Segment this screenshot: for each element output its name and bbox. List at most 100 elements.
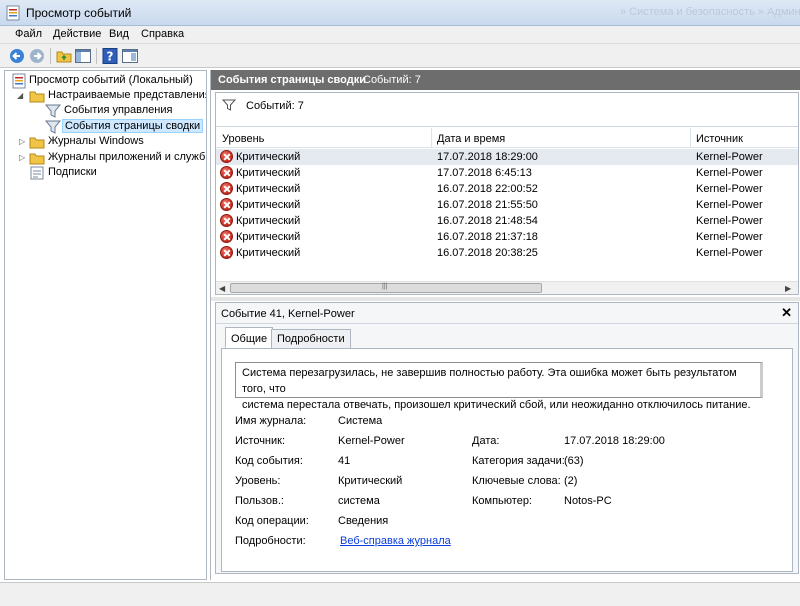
show-hide-tree-icon[interactable] bbox=[74, 47, 92, 65]
forward-arrow-icon[interactable] bbox=[28, 47, 46, 65]
event-log-online-help-link[interactable]: Веб-справка журнала bbox=[340, 535, 451, 547]
scroll-left-arrow-icon[interactable]: ◀ bbox=[219, 284, 225, 293]
toolbar: ? bbox=[0, 44, 800, 68]
user-label: Пользов.: bbox=[235, 495, 284, 507]
critical-error-icon bbox=[220, 214, 233, 227]
cell-datetime: 16.07.2018 21:37:18 bbox=[437, 231, 538, 243]
tree-label: Подписки bbox=[48, 166, 97, 178]
menu-help[interactable]: Справка bbox=[141, 28, 184, 40]
source-label: Источник: bbox=[235, 435, 286, 447]
collapse-arrow-icon[interactable]: ◢ bbox=[17, 92, 25, 100]
cell-source: Kernel-Power bbox=[696, 247, 763, 259]
folder-icon bbox=[29, 91, 45, 103]
column-header-level[interactable]: Уровень bbox=[222, 133, 264, 145]
cell-source: Kernel-Power bbox=[696, 231, 763, 243]
date-label: Дата: bbox=[472, 435, 500, 447]
level-label: Уровень: bbox=[235, 475, 281, 487]
cell-level: Критический bbox=[236, 151, 301, 163]
properties-icon[interactable] bbox=[121, 47, 139, 65]
folder-icon bbox=[29, 137, 45, 149]
scrollbar-grip-icon: ||| bbox=[382, 283, 388, 290]
close-icon[interactable]: ✕ bbox=[781, 305, 792, 321]
expand-arrow-icon[interactable]: ▷ bbox=[19, 154, 27, 162]
level-value: Критический bbox=[338, 475, 403, 487]
cell-source: Kernel-Power bbox=[696, 215, 763, 227]
table-row[interactable]: Критический 16.07.2018 20:38:25 Kernel-P… bbox=[216, 245, 798, 261]
pane-splitter[interactable] bbox=[211, 297, 800, 301]
tree-node-summary-events[interactable]: События страницы сводки bbox=[9, 119, 205, 135]
general-tab-panel: Система перезагрузилась, не завершив пол… bbox=[221, 348, 793, 572]
filter-bar: Событий: 7 bbox=[216, 93, 798, 127]
tab-general[interactable]: Общие bbox=[225, 327, 274, 348]
status-bar bbox=[0, 582, 800, 606]
tree-node-subscriptions[interactable]: Подписки bbox=[9, 165, 205, 181]
tree-label: События страницы сводки bbox=[62, 119, 204, 133]
filter-count-text: Событий: 7 bbox=[246, 100, 304, 112]
menu-action[interactable]: Действие bbox=[53, 28, 101, 40]
scroll-right-arrow-icon[interactable]: ▶ bbox=[785, 284, 791, 293]
help-icon[interactable]: ? bbox=[101, 47, 119, 65]
table-row[interactable]: Критический 16.07.2018 21:55:50 Kernel-P… bbox=[216, 197, 798, 213]
event-viewer-app-icon bbox=[6, 5, 20, 21]
cell-level: Критический bbox=[236, 199, 301, 211]
tree-label: Просмотр событий (Локальный) bbox=[29, 74, 193, 86]
back-arrow-icon[interactable] bbox=[8, 47, 26, 65]
column-divider[interactable] bbox=[690, 128, 691, 148]
more-info-label: Подробности: bbox=[235, 535, 306, 547]
column-header-datetime[interactable]: Дата и время bbox=[437, 133, 505, 145]
table-row[interactable]: Критический 17.07.2018 18:29:00 Kernel-P… bbox=[216, 149, 798, 165]
tree-node-admin-events[interactable]: События управления bbox=[9, 103, 205, 119]
cell-source: Kernel-Power bbox=[696, 183, 763, 195]
date-value: 17.07.2018 18:29:00 bbox=[564, 435, 665, 447]
menu-view[interactable]: Вид bbox=[109, 28, 129, 40]
menu-file[interactable]: Файл bbox=[15, 28, 42, 40]
tree-label: События управления bbox=[64, 104, 173, 116]
critical-error-icon bbox=[220, 230, 233, 243]
horizontal-scrollbar[interactable]: ◀ ||| ▶ bbox=[216, 281, 798, 294]
cell-level: Критический bbox=[236, 247, 301, 259]
column-headers: Уровень Дата и время Источник bbox=[216, 128, 798, 148]
divider bbox=[216, 323, 798, 324]
navigation-tree: Просмотр событий (Локальный) ◢ Настраива… bbox=[4, 70, 207, 580]
table-row[interactable]: Критический 16.07.2018 21:48:54 Kernel-P… bbox=[216, 213, 798, 229]
cell-datetime: 17.07.2018 18:29:00 bbox=[437, 151, 538, 163]
event-detail-title: Событие 41, Kernel-Power bbox=[221, 308, 355, 320]
event-description-line: система перестала отвечать, произошел кр… bbox=[242, 399, 751, 411]
tree-node-windows-logs[interactable]: ▷ Журналы Windows bbox=[9, 134, 205, 150]
cell-datetime: 16.07.2018 21:48:54 bbox=[437, 215, 538, 227]
subscriptions-icon bbox=[30, 166, 44, 180]
cell-source: Kernel-Power bbox=[696, 151, 763, 163]
task-category-value: (63) bbox=[564, 455, 584, 467]
svg-text:?: ? bbox=[107, 50, 114, 64]
event-description-line: Система перезагрузилась, не завершив пол… bbox=[242, 367, 737, 395]
keywords-value: (2) bbox=[564, 475, 578, 487]
tree-node-custom-views[interactable]: ◢ Настраиваемые представления bbox=[9, 88, 206, 104]
event-id-label: Код события: bbox=[235, 455, 303, 467]
log-name-value: Система bbox=[338, 415, 383, 427]
table-row[interactable]: Критический 16.07.2018 22:00:52 Kernel-P… bbox=[216, 181, 798, 197]
table-row[interactable]: Критический 17.07.2018 6:45:13 Kernel-Po… bbox=[216, 165, 798, 181]
folder-up-icon[interactable] bbox=[55, 47, 73, 65]
column-header-source[interactable]: Источник bbox=[696, 133, 743, 145]
log-name-label: Имя журнала: bbox=[235, 415, 307, 427]
critical-error-icon bbox=[220, 198, 233, 211]
folder-icon bbox=[29, 153, 45, 165]
table-row[interactable]: Критический 16.07.2018 21:37:18 Kernel-P… bbox=[216, 229, 798, 245]
expand-arrow-icon[interactable]: ▷ bbox=[19, 138, 27, 146]
cell-level: Критический bbox=[236, 215, 301, 227]
tree-node-apps-logs[interactable]: ▷ Журналы приложений и служб bbox=[9, 150, 205, 166]
computer-label: Компьютер: bbox=[472, 495, 532, 507]
critical-error-icon bbox=[220, 166, 233, 179]
menu-bar: Файл Действие Вид Справка bbox=[0, 26, 800, 44]
tab-details[interactable]: Подробности bbox=[271, 329, 351, 349]
pane-header: События страницы сводки Событий: 7 bbox=[211, 70, 800, 90]
event-detail-panel: Событие 41, Kernel-Power ✕ Общие Подробн… bbox=[215, 302, 799, 574]
filter-icon bbox=[45, 104, 61, 118]
filter-icon bbox=[222, 99, 236, 111]
event-description[interactable]: Система перезагрузилась, не завершив пол… bbox=[235, 362, 763, 411]
events-list: Событий: 7 Уровень Дата и время Источник… bbox=[215, 92, 799, 295]
column-divider[interactable] bbox=[431, 128, 432, 148]
tree-label: Журналы приложений и служб bbox=[48, 151, 206, 163]
tree-label: Журналы Windows bbox=[48, 135, 144, 147]
tree-node-root[interactable]: Просмотр событий (Локальный) bbox=[9, 73, 205, 89]
